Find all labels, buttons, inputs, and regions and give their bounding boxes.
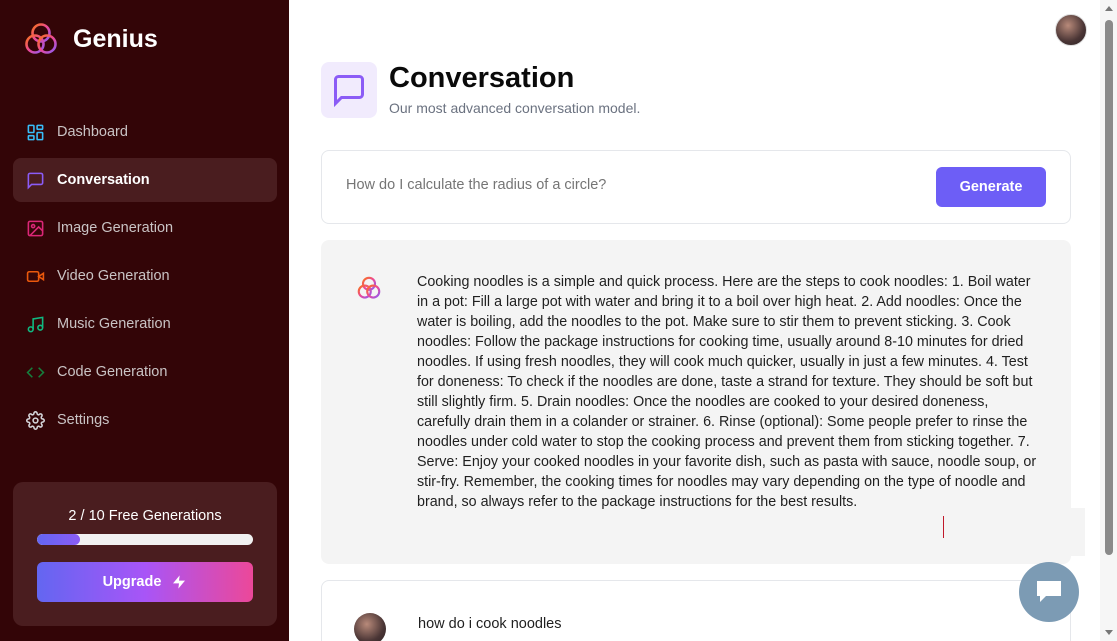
settings-icon <box>25 410 45 430</box>
sidebar-item-video-generation[interactable]: Video Generation <box>13 254 277 298</box>
sidebar-item-code-generation[interactable]: Code Generation <box>13 350 277 394</box>
sidebar: Genius Dashboard Conversation Image Gene… <box>0 0 289 641</box>
chat-widget-button[interactable] <box>1019 562 1079 622</box>
user-message-text: how do i cook noodles <box>418 616 562 632</box>
sidebar-item-label: Dashboard <box>57 124 128 140</box>
music-icon <box>25 314 45 334</box>
prompt-input[interactable] <box>346 177 906 193</box>
genius-logo-icon <box>357 276 381 299</box>
free-generations-progress-fill <box>37 534 81 545</box>
user-avatar-button[interactable] <box>1055 14 1087 46</box>
zap-icon <box>173 575 186 589</box>
sidebar-item-conversation[interactable]: Conversation <box>13 158 277 202</box>
bot-message-text: Cooking noodles is a simple and quick pr… <box>417 274 1037 510</box>
sidebar-item-dashboard[interactable]: Dashboard <box>13 110 277 154</box>
scroll-up-arrow-icon[interactable] <box>1105 6 1113 11</box>
code-icon <box>25 362 45 382</box>
generate-button[interactable]: Generate <box>936 167 1046 207</box>
text-cursor <box>943 516 944 538</box>
page-scrollbar[interactable] <box>1100 0 1117 641</box>
sidebar-item-label: Conversation <box>57 172 150 188</box>
page-title: Conversation <box>389 62 575 94</box>
sidebar-item-label: Music Generation <box>57 316 171 332</box>
prompt-form: Generate <box>321 150 1071 224</box>
message-square-icon <box>25 170 45 190</box>
sidebar-item-label: Video Generation <box>57 268 170 284</box>
layout-dashboard-icon <box>25 122 45 142</box>
scrollbar-thumb[interactable] <box>1105 20 1113 555</box>
sidebar-item-music-generation[interactable]: Music Generation <box>13 302 277 346</box>
bot-message-edge <box>1071 508 1085 556</box>
bot-message: Cooking noodles is a simple and quick pr… <box>321 240 1071 564</box>
message-square-icon <box>334 75 364 108</box>
sidebar-item-image-generation[interactable]: Image Generation <box>13 206 277 250</box>
free-generations-card: 2 / 10 Free Generations Upgrade <box>13 482 277 626</box>
user-message: how do i cook noodles <box>321 580 1071 641</box>
sidebar-item-settings[interactable]: Settings <box>13 398 277 442</box>
brand-name: Genius <box>73 24 158 53</box>
upgrade-label: Upgrade <box>102 574 162 590</box>
sidebar-item-label: Code Generation <box>57 364 168 380</box>
upgrade-button[interactable]: Upgrade <box>37 562 253 602</box>
page-subtitle: Our most advanced conversation model. <box>389 100 641 116</box>
free-generations-counter: 2 / 10 Free Generations <box>68 508 222 524</box>
avatar <box>354 613 386 641</box>
scroll-down-arrow-icon[interactable] <box>1105 630 1113 635</box>
sidebar-nav: Dashboard Conversation Image Generation … <box>13 110 277 446</box>
video-icon <box>25 266 45 286</box>
sidebar-item-label: Image Generation <box>57 220 174 236</box>
sidebar-item-label: Settings <box>57 412 110 428</box>
image-icon <box>25 218 45 238</box>
free-generations-progress <box>37 534 253 545</box>
conversation-header-icon-box <box>321 62 377 118</box>
chat-bubble-icon <box>1037 581 1061 602</box>
brand-link[interactable]: Genius <box>24 22 158 56</box>
genius-logo-icon <box>25 23 57 54</box>
